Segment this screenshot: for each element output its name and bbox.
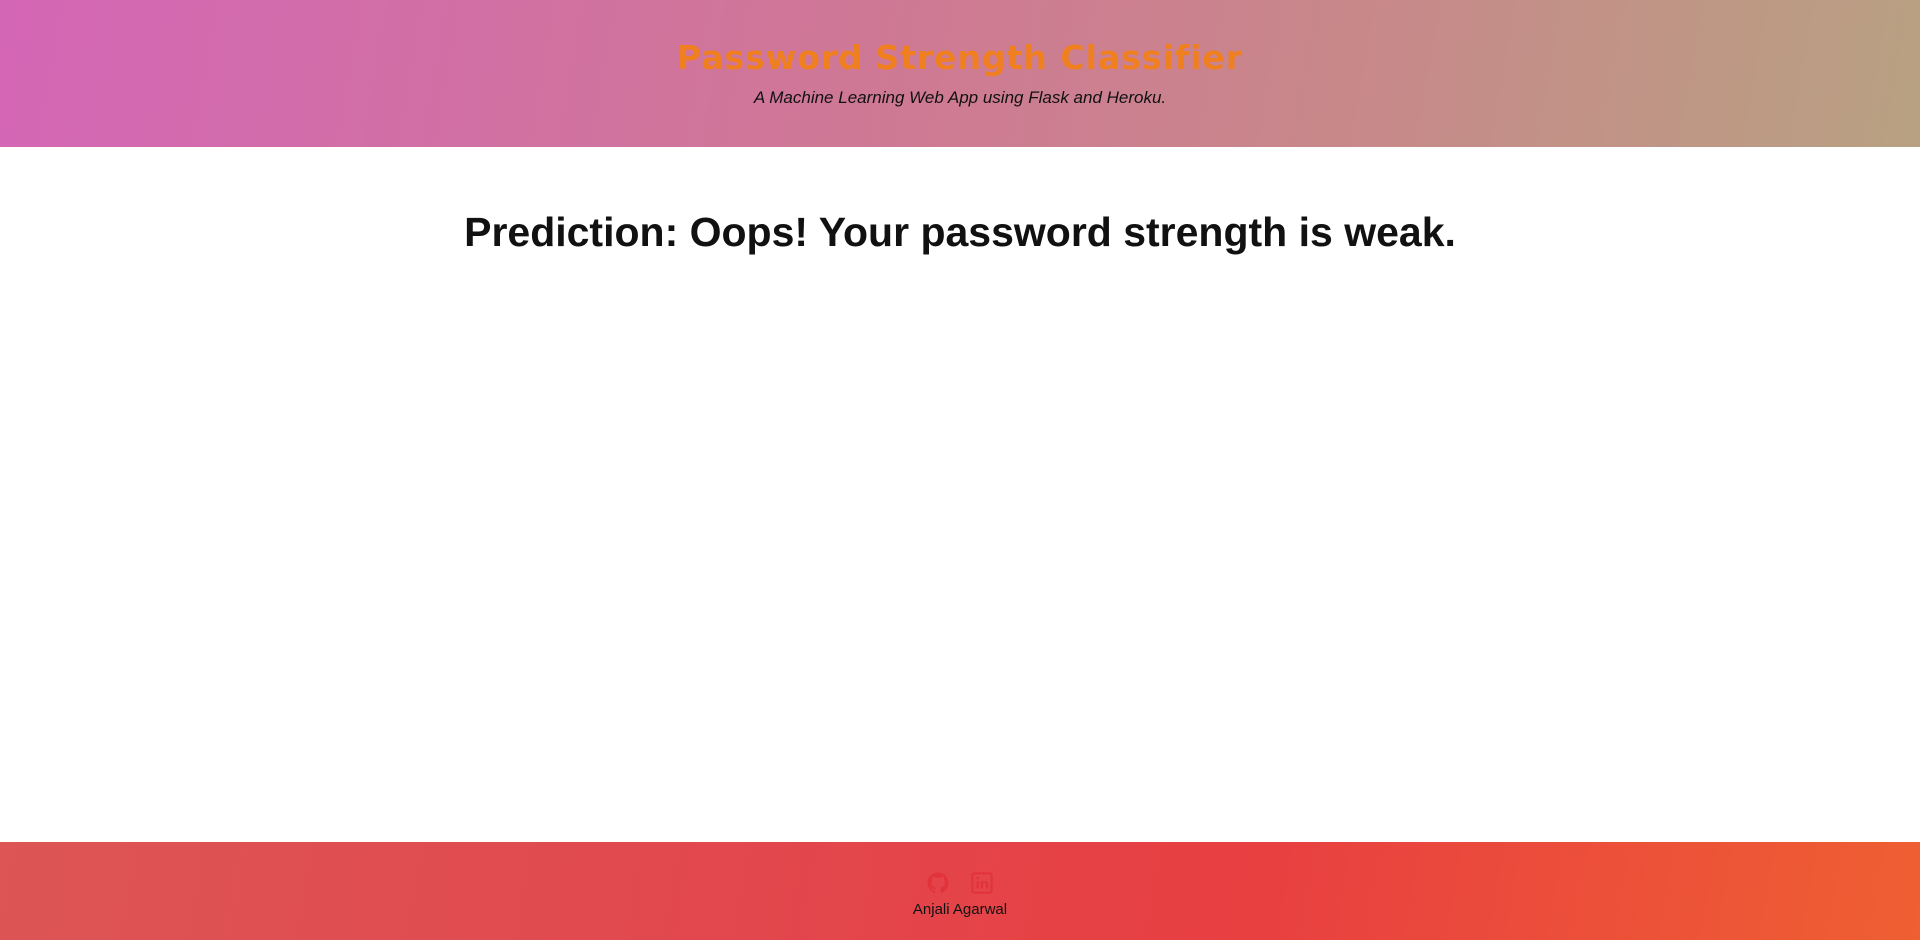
linkedin-link[interactable] xyxy=(971,872,993,894)
linkedin-icon xyxy=(971,872,993,894)
footer: Anjali Agarwal xyxy=(0,842,1920,940)
github-icon xyxy=(927,872,949,894)
header-banner: Password Strength Classifier A Machine L… xyxy=(0,0,1920,147)
site-title: Password Strength Classifier xyxy=(676,38,1244,77)
prediction-result: Prediction: Oops! Your password strength… xyxy=(464,209,1456,255)
github-link[interactable] xyxy=(927,872,949,894)
author-name: Anjali Agarwal xyxy=(912,901,1008,918)
main-content: Prediction: Oops! Your password strength… xyxy=(0,147,1920,842)
social-links xyxy=(0,872,1920,894)
site-subtitle: A Machine Learning Web App using Flask a… xyxy=(753,88,1167,107)
page: Password Strength Classifier A Machine L… xyxy=(0,0,1920,940)
